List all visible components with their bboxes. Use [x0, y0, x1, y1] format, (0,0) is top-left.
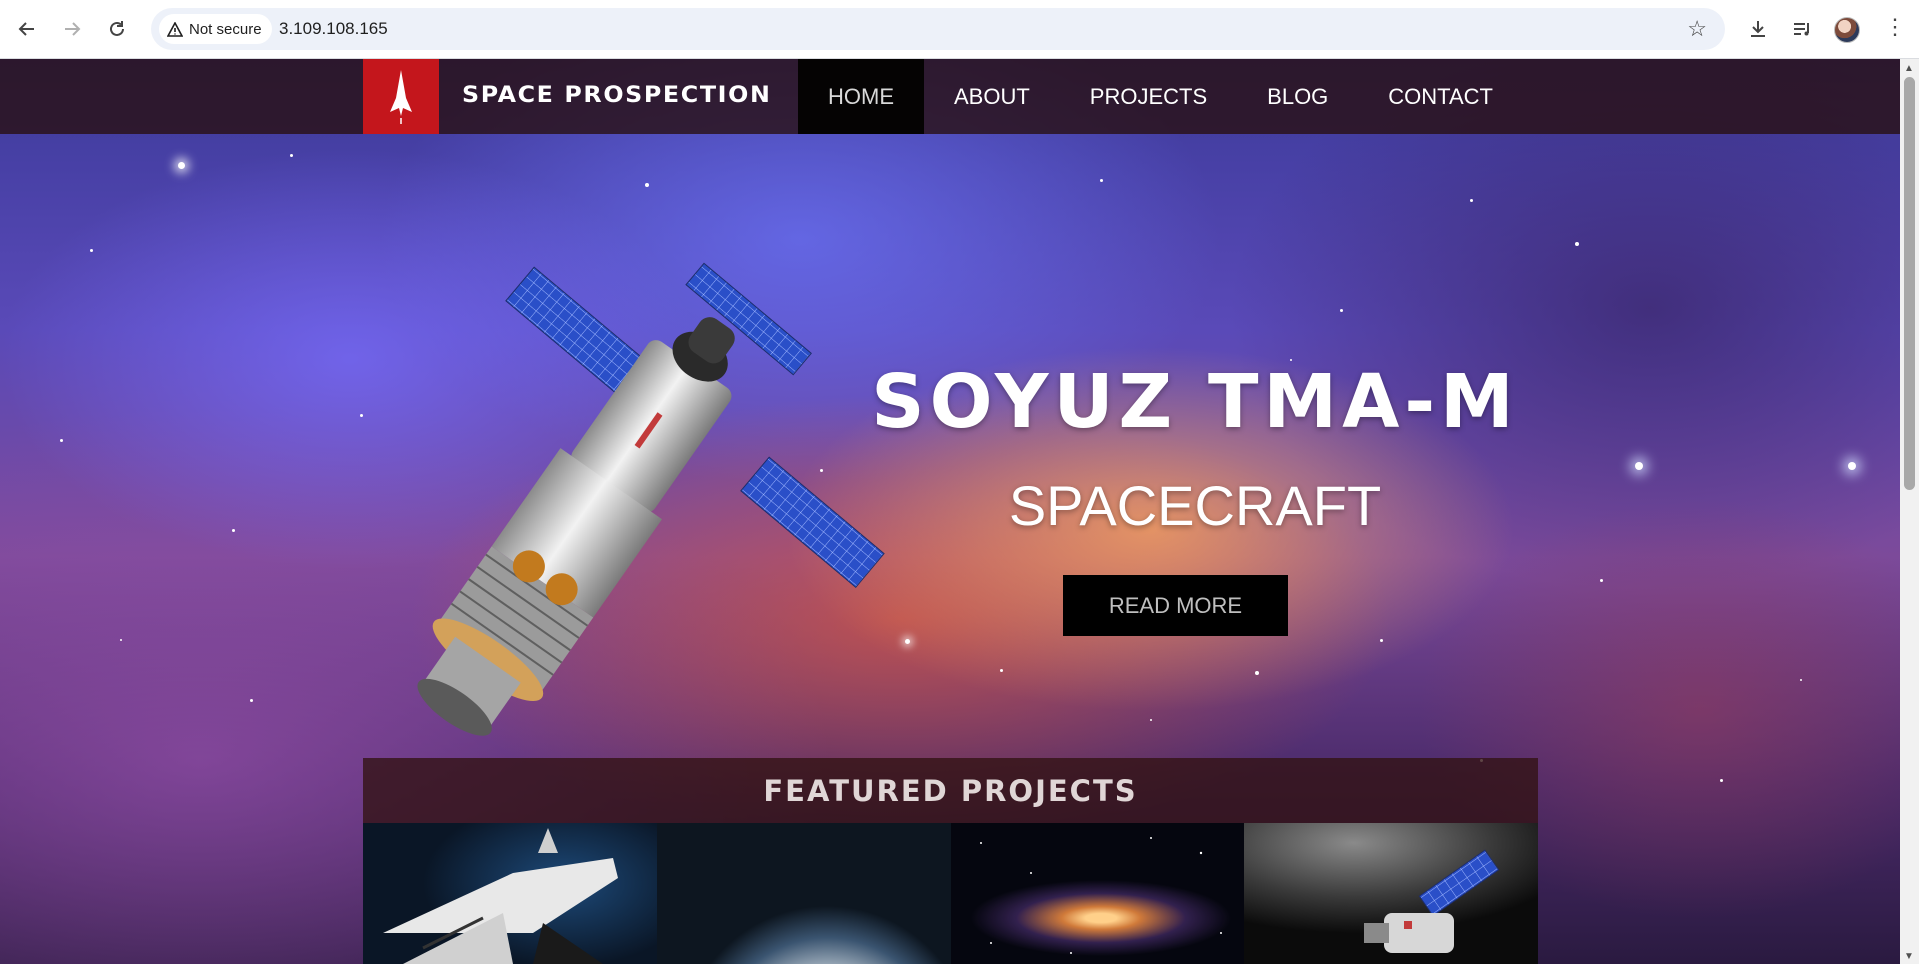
media-queue-icon[interactable] [1787, 14, 1817, 44]
page-scrollbar[interactable]: ▲ ▼ [1900, 59, 1919, 964]
scroll-up-arrow-icon[interactable]: ▲ [1904, 63, 1914, 74]
site-brand[interactable]: SPACE PROSPECTION [462, 83, 771, 108]
main-nav: HOME ABOUT PROJECTS BLOG CONTACT [798, 59, 1523, 134]
nav-home[interactable]: HOME [798, 59, 924, 134]
back-arrow-icon[interactable] [10, 12, 44, 46]
site-header: SPACE PROSPECTION HOME ABOUT PROJECTS BL… [0, 59, 1900, 134]
featured-projects-gallery [363, 823, 1538, 964]
galaxy-icon [979, 837, 1222, 954]
hero-title: SOYUZ TMA-M [871, 359, 1519, 445]
security-label: Not secure [189, 20, 262, 38]
station-icon [1364, 849, 1500, 953]
forward-arrow-icon[interactable] [55, 12, 89, 46]
scrollbar-thumb[interactable] [1904, 77, 1915, 490]
read-more-button[interactable]: READ MORE [1063, 575, 1288, 636]
bookmark-star-icon[interactable]: ☆ [1687, 16, 1707, 42]
scroll-down-arrow-icon[interactable]: ▼ [1904, 951, 1914, 962]
project-thumb-station[interactable] [1244, 823, 1538, 964]
space-shuttle-icon [383, 828, 618, 964]
rocket-logo-icon[interactable] [363, 59, 439, 134]
project-thumb-shuttle[interactable] [363, 823, 657, 964]
url-text[interactable]: 3.109.108.165 [279, 19, 388, 39]
nav-projects[interactable]: PROJECTS [1060, 59, 1237, 134]
warning-icon [167, 21, 183, 37]
profile-avatar[interactable] [1834, 17, 1860, 43]
project-thumb-galaxy[interactable] [950, 823, 1245, 964]
project-thumb-earth[interactable] [656, 823, 951, 964]
nav-blog[interactable]: BLOG [1237, 59, 1358, 134]
featured-projects-title: FEATURED PROJECTS [763, 773, 1138, 808]
spacecraft-image [417, 262, 885, 736]
reload-icon[interactable] [100, 12, 134, 46]
nav-about[interactable]: ABOUT [924, 59, 1060, 134]
browser-toolbar: Not secure 3.109.108.165 ☆ ⋮ [0, 0, 1919, 59]
more-menu-icon[interactable]: ⋮ [1884, 16, 1906, 38]
featured-projects-header: FEATURED PROJECTS [363, 758, 1538, 823]
security-chip[interactable]: Not secure [159, 14, 272, 44]
hero-subtitle: SPACECRAFT [1008, 474, 1382, 537]
nav-contact[interactable]: CONTACT [1358, 59, 1523, 134]
address-bar[interactable]: Not secure 3.109.108.165 ☆ [151, 8, 1725, 50]
download-icon[interactable] [1743, 14, 1773, 44]
page-viewport: SPACE PROSPECTION HOME ABOUT PROJECTS BL… [0, 59, 1900, 964]
